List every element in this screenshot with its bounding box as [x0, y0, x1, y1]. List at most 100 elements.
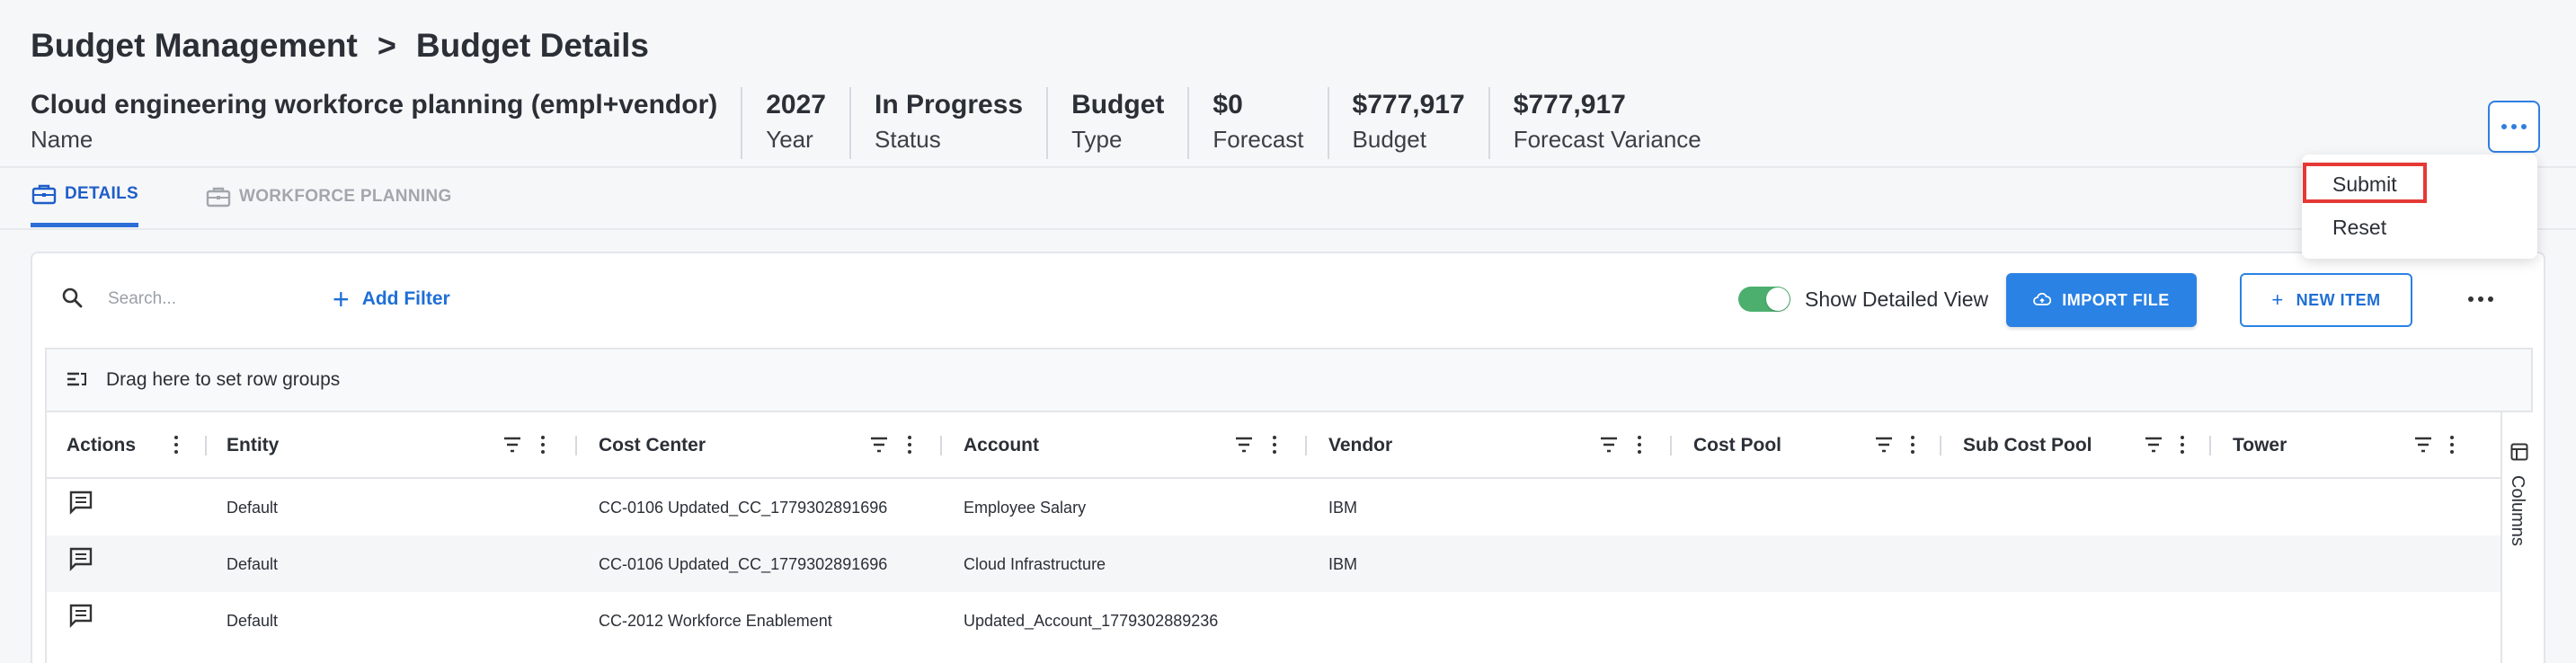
filter-icon[interactable] [870, 437, 888, 453]
table-row[interactable]: Default CC-2012 Workforce Enablement Upd… [47, 592, 2500, 649]
column-header-account[interactable]: Account [942, 412, 1307, 479]
breadcrumb-parent[interactable]: Budget Management [31, 27, 358, 65]
breadcrumb-separator: > [377, 27, 396, 64]
tab-details-label: DETAILS [65, 184, 138, 203]
column-header-sub-cost-pool[interactable]: Sub Cost Pool [1941, 412, 2211, 479]
column-menu-icon[interactable] [2181, 436, 2184, 454]
column-header-cost-pool[interactable]: Cost Pool [1672, 412, 1941, 479]
column-header-tower[interactable]: Tower [2211, 412, 2500, 479]
new-item-label: NEW ITEM [2296, 290, 2381, 309]
search-icon [62, 287, 83, 308]
cell-cost-center[interactable]: CC-0106 Updated_CC_1779302891696 [599, 499, 887, 517]
summary-budget-value: $777,917 [1352, 90, 1465, 119]
budget-summary: Cloud engineering workforce planning (em… [31, 87, 1725, 159]
column-header-title: Account [964, 435, 1039, 455]
cell-entity[interactable]: Default [227, 555, 278, 574]
header-divider [0, 166, 2576, 168]
column-menu-icon[interactable] [541, 436, 545, 454]
cell-entity[interactable]: Default [227, 499, 278, 517]
column-header-title: Sub Cost Pool [1963, 435, 2092, 455]
summary-status-label: Status [875, 126, 941, 153]
summary-forecast-value: $0 [1212, 90, 1243, 119]
filter-icon[interactable] [1600, 437, 1618, 453]
more-dot [2478, 296, 2483, 302]
columns-panel-label: Columns [2508, 475, 2527, 546]
column-menu-icon[interactable] [1638, 436, 1641, 454]
column-menu-icon[interactable] [1273, 436, 1276, 454]
summary-name-value: Cloud engineering workforce planning (em… [31, 90, 718, 119]
add-filter-label: Add Filter [361, 288, 450, 309]
filter-icon[interactable] [503, 437, 521, 453]
cell-vendor[interactable]: IBM [1328, 555, 1357, 574]
column-menu-icon[interactable] [1911, 436, 1914, 454]
tab-bar: DETAILS WORKFORCE PLANNING [31, 181, 452, 227]
tab-workforce-planning[interactable]: WORKFORCE PLANNING [205, 181, 452, 227]
detailed-view-label: Show Detailed View [1805, 287, 1989, 311]
column-menu-icon[interactable] [2450, 436, 2454, 454]
more-dot [2521, 124, 2527, 129]
summary-status-value: In Progress [875, 90, 1024, 119]
more-dot [2468, 296, 2474, 302]
summary-variance-value: $777,917 [1513, 90, 1626, 119]
breadcrumb: Budget Management > Budget Details [31, 27, 649, 65]
menu-item-reset[interactable]: Reset [2332, 216, 2386, 240]
grid-toolbar: + Add Filter Show Detailed View IMPORT F… [32, 253, 2544, 348]
menu-item-submit[interactable]: Submit [2332, 172, 2397, 197]
toolbar-more-button[interactable] [2468, 296, 2493, 302]
new-item-button[interactable]: + NEW ITEM [2240, 273, 2412, 327]
tab-details[interactable]: DETAILS [31, 181, 138, 227]
row-group-label: Drag here to set row groups [106, 369, 341, 390]
tabs-divider [0, 228, 2576, 230]
filter-icon[interactable] [1235, 437, 1253, 453]
cell-cost-center[interactable]: CC-0106 Updated_CC_1779302891696 [599, 555, 887, 574]
detailed-view-toggle-group: Show Detailed View [1738, 287, 1988, 312]
column-header-actions[interactable]: Actions [47, 412, 207, 479]
comment-icon[interactable] [68, 546, 93, 571]
table-columns-icon [2510, 443, 2528, 461]
column-header-title: Actions [67, 435, 137, 455]
column-header-vendor[interactable]: Vendor [1307, 412, 1672, 479]
budget-details-page: Budget Management > Budget Details Cloud… [0, 0, 2576, 663]
more-actions-button[interactable] [2488, 101, 2540, 153]
table-row[interactable]: Default CC-0106 Updated_CC_1779302891696… [47, 535, 2500, 592]
toggle-knob [1766, 287, 1790, 311]
cell-vendor[interactable]: IBM [1328, 499, 1357, 517]
column-header-title: Cost Pool [1693, 435, 1781, 455]
summary-forecast-label: Forecast [1212, 126, 1304, 153]
cell-cost-center[interactable]: CC-2012 Workforce Enablement [599, 612, 832, 631]
tab-workforce-planning-label: WORKFORCE PLANNING [238, 186, 452, 206]
cell-account[interactable]: Updated_Account_1779302889236 [964, 612, 1218, 631]
import-file-button[interactable]: IMPORT FILE [2006, 273, 2197, 327]
cloud-upload-icon [2033, 293, 2052, 305]
search-input[interactable] [108, 286, 306, 313]
cell-account[interactable]: Cloud Infrastructure [964, 555, 1106, 574]
cell-entity[interactable]: Default [227, 612, 278, 631]
filter-icon[interactable] [2414, 437, 2432, 453]
column-header-entity[interactable]: Entity [207, 412, 577, 479]
column-header-cost-center[interactable]: Cost Center [577, 412, 942, 479]
summary-type-value: Budget [1071, 90, 1165, 119]
comment-icon[interactable] [68, 490, 93, 515]
comment-icon[interactable] [68, 603, 93, 628]
page-title: Budget Details [415, 27, 649, 64]
detailed-view-toggle[interactable] [1738, 287, 1790, 312]
summary-status: In Progress Status [849, 87, 1046, 159]
cell-account[interactable]: Employee Salary [964, 499, 1086, 517]
row-group-drop-zone[interactable]: Drag here to set row groups [47, 349, 2531, 412]
grid-header-row: Actions Entity Cost Center Account Vendo… [47, 412, 2500, 479]
column-header-title: Entity [227, 435, 280, 455]
summary-variance-label: Forecast Variance [1513, 126, 1701, 153]
column-header-title: Cost Center [599, 435, 706, 455]
more-dot [2488, 296, 2493, 302]
columns-side-panel[interactable]: Columns [2500, 412, 2535, 663]
summary-year-label: Year [766, 126, 813, 153]
table-row[interactable]: Default CC-0106 Updated_CC_1779302891696… [47, 479, 2500, 535]
filter-icon[interactable] [2145, 437, 2163, 453]
column-menu-icon[interactable] [908, 436, 911, 454]
column-menu-icon[interactable] [174, 436, 178, 454]
add-filter-button[interactable]: + Add Filter [333, 285, 450, 314]
summary-budget-label: Budget [1352, 126, 1426, 153]
filter-icon[interactable] [1875, 437, 1893, 453]
more-dot [2501, 124, 2507, 129]
grid-body: Default CC-0106 Updated_CC_1779302891696… [47, 479, 2500, 649]
